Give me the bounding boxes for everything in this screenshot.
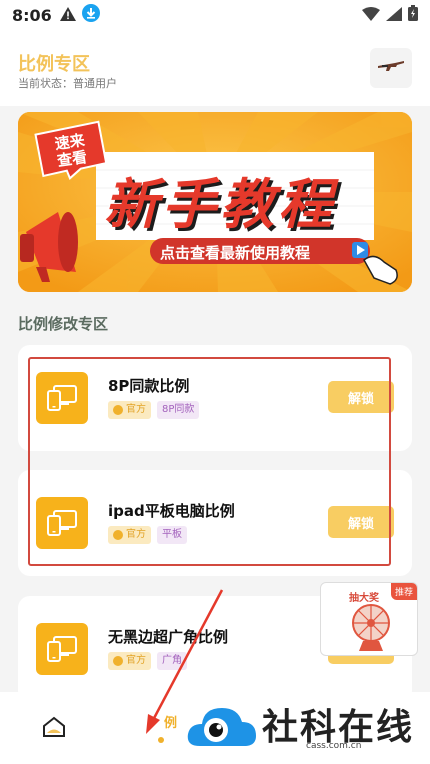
tutorial-banner[interactable]: 速来 查看 新手教程 点击查看最新使用教程 — [18, 112, 412, 292]
official-tag: 官方 — [108, 652, 151, 670]
signal-icon — [386, 6, 402, 25]
watermark-url: cass.com.cn — [306, 741, 362, 751]
banner-badge: 速来 查看 — [53, 131, 89, 170]
active-tab-indicator — [158, 737, 164, 743]
ad-label: 抽大奖 — [349, 593, 379, 604]
devices-icon — [36, 497, 88, 549]
ratio-card[interactable]: 8P同款比例 官方 8P同款 解锁 — [18, 345, 412, 451]
type-tag: 平板 — [157, 526, 187, 544]
banner-headline: 新手教程 — [104, 173, 336, 236]
status-time: 8:06 — [12, 5, 52, 25]
type-tag: 8P同款 — [157, 401, 200, 419]
home-icon — [42, 716, 66, 742]
status-bar: 8:06 — [0, 0, 430, 30]
rifle-icon — [377, 57, 405, 79]
devices-icon — [36, 623, 88, 675]
battery-icon — [408, 5, 418, 25]
page-header: 比例专区 当前状态：普通用户 — [0, 30, 430, 106]
watermark-logo-icon — [186, 700, 258, 756]
user-status: 当前状态：普通用户 — [18, 77, 117, 90]
unlock-button[interactable]: 解锁 — [328, 506, 394, 538]
banner-caption: 点击查看最新使用教程 — [160, 244, 311, 262]
prize-wheel-icon — [351, 603, 391, 655]
settings-button[interactable] — [370, 48, 412, 88]
official-tag: 官方 — [108, 526, 151, 544]
ratio-card[interactable]: ipad平板电脑比例 官方 平板 解锁 — [18, 470, 412, 576]
tab-ratio[interactable]: 例 — [164, 712, 177, 731]
devices-icon — [36, 372, 88, 424]
card-title: ipad平板电脑比例 — [108, 502, 235, 520]
warning-icon — [59, 6, 76, 25]
ad-badge: 推荐 — [390, 583, 417, 600]
unlock-button[interactable]: 解锁 — [328, 381, 394, 413]
type-tag: 广角 — [157, 652, 187, 670]
section-title: 比例修改专区 — [18, 315, 109, 333]
card-title: 8P同款比例 — [108, 377, 190, 395]
wifi-icon — [362, 6, 380, 25]
prize-wheel-ad[interactable]: 抽大奖 推荐 — [320, 582, 418, 656]
official-tag: 官方 — [108, 401, 151, 419]
page-title: 比例专区 — [18, 54, 90, 75]
watermark: 社科在线 cass.com.cn — [186, 696, 426, 756]
tab-home[interactable] — [42, 716, 66, 742]
card-title: 无黑边超广角比例 — [108, 628, 229, 646]
download-icon — [81, 4, 100, 26]
